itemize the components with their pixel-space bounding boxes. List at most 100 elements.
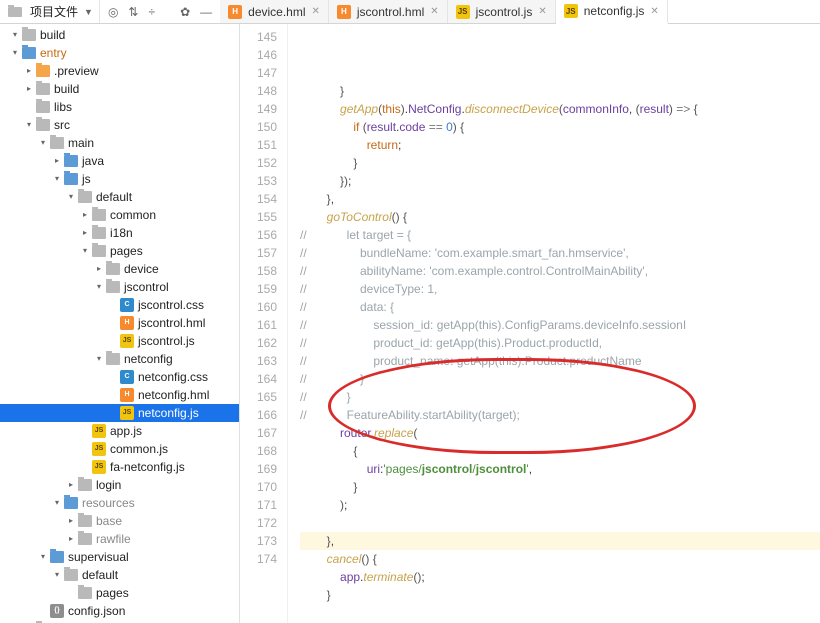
code-line[interactable]: // data: { bbox=[300, 298, 820, 316]
close-icon[interactable]: ✕ bbox=[650, 6, 658, 17]
tree-node-common-js[interactable]: JScommon.js bbox=[0, 440, 239, 458]
code-line[interactable]: // let target = { bbox=[300, 226, 820, 244]
code-line[interactable]: return; bbox=[300, 136, 820, 154]
tree-node--preview[interactable]: ▸.preview bbox=[0, 62, 239, 80]
code-line[interactable]: }, bbox=[300, 532, 820, 550]
code-line[interactable]: goToControl() { bbox=[300, 208, 820, 226]
tree-node-src[interactable]: ▾src bbox=[0, 116, 239, 134]
expand-arrow-icon[interactable]: ▾ bbox=[10, 26, 20, 44]
tree-node-jscontrol-hml[interactable]: Hjscontrol.hml bbox=[0, 314, 239, 332]
expand-arrow-icon[interactable]: ▾ bbox=[52, 566, 62, 584]
close-icon[interactable]: ✕ bbox=[312, 6, 320, 17]
divide-icon[interactable]: ÷ bbox=[148, 5, 155, 19]
code-line[interactable]: uri:'pages/jscontrol/jscontrol', bbox=[300, 460, 820, 478]
tree-node-device[interactable]: ▸device bbox=[0, 260, 239, 278]
code-line[interactable]: ); bbox=[300, 496, 820, 514]
tree-node-jscontrol-css[interactable]: Cjscontrol.css bbox=[0, 296, 239, 314]
expand-arrow-icon[interactable]: ▾ bbox=[94, 278, 104, 296]
tree-node-supervisual[interactable]: ▾supervisual bbox=[0, 548, 239, 566]
project-tree[interactable]: ▾build▾entry▸.preview▸build libs▾src▾mai… bbox=[0, 24, 240, 623]
close-icon[interactable]: ✕ bbox=[430, 6, 438, 17]
code-line[interactable]: // bundleName: 'com.example.smart_fan.hm… bbox=[300, 244, 820, 262]
code-line[interactable]: // deviceType: 1, bbox=[300, 280, 820, 298]
expand-arrow-icon[interactable]: ▸ bbox=[24, 62, 34, 80]
expand-arrow-icon[interactable]: ▸ bbox=[80, 224, 90, 242]
expand-arrow-icon[interactable]: ▸ bbox=[80, 206, 90, 224]
tree-node-config-json[interactable]: {}config.json bbox=[0, 602, 239, 620]
close-icon[interactable]: ✕ bbox=[538, 6, 546, 17]
tree-node-build[interactable]: ▸build bbox=[0, 80, 239, 98]
tree-node-common[interactable]: ▸common bbox=[0, 206, 239, 224]
code-line[interactable] bbox=[300, 604, 820, 622]
tab-jscontrol-hml[interactable]: Hjscontrol.hml✕ bbox=[329, 0, 448, 23]
code-area[interactable]: } getApp(this).NetConfig.disconnectDevic… bbox=[288, 24, 820, 623]
tree-node-default[interactable]: ▾default bbox=[0, 566, 239, 584]
code-line[interactable]: } bbox=[300, 478, 820, 496]
tree-node-entry[interactable]: ▾entry bbox=[0, 44, 239, 62]
expand-arrow-icon[interactable]: ▾ bbox=[38, 548, 48, 566]
code-line[interactable]: { bbox=[300, 442, 820, 460]
tab-device-hml[interactable]: Hdevice.hml✕ bbox=[220, 0, 329, 23]
code-line[interactable]: getApp(this).NetConfig.disconnectDevice(… bbox=[300, 100, 820, 118]
tree-node-main[interactable]: ▾main bbox=[0, 134, 239, 152]
code-line[interactable]: // product_id: getApp(this).Product.prod… bbox=[300, 334, 820, 352]
tree-node-build[interactable]: ▾build bbox=[0, 26, 239, 44]
tree-node-netconfig-js[interactable]: JSnetconfig.js bbox=[0, 404, 239, 422]
tree-node-jscontrol-js[interactable]: JSjscontrol.js bbox=[0, 332, 239, 350]
tree-node-fa-netconfig-js[interactable]: JSfa-netconfig.js bbox=[0, 458, 239, 476]
tree-node-pages[interactable]: ▾pages bbox=[0, 242, 239, 260]
tree-node-netconfig-css[interactable]: Cnetconfig.css bbox=[0, 368, 239, 386]
tab-jscontrol-js[interactable]: JSjscontrol.js✕ bbox=[448, 0, 556, 23]
tree-node-default[interactable]: ▾default bbox=[0, 188, 239, 206]
expand-arrow-icon[interactable]: ▸ bbox=[52, 152, 62, 170]
collapse-icon[interactable]: — bbox=[200, 5, 212, 19]
tree-node-i18n[interactable]: ▸i18n bbox=[0, 224, 239, 242]
code-line[interactable]: // FeatureAbility.startAbility(target); bbox=[300, 406, 820, 424]
code-line[interactable]: } bbox=[300, 82, 820, 100]
code-line[interactable]: } bbox=[300, 586, 820, 604]
code-line[interactable]: // session_id: getApp(this).ConfigParams… bbox=[300, 316, 820, 334]
expand-arrow-icon[interactable]: ▸ bbox=[66, 512, 76, 530]
code-line[interactable]: router.replace( bbox=[300, 424, 820, 442]
tree-node-netconfig-hml[interactable]: Hnetconfig.hml bbox=[0, 386, 239, 404]
gear-icon[interactable]: ✿ bbox=[180, 5, 190, 19]
code-line[interactable]: // } bbox=[300, 388, 820, 406]
expand-arrow-icon[interactable]: ▾ bbox=[24, 116, 34, 134]
project-selector[interactable]: 项目文件 ▼ bbox=[0, 0, 100, 23]
expand-arrow-icon[interactable]: ▸ bbox=[94, 260, 104, 278]
expand-arrow-icon[interactable]: ▾ bbox=[10, 44, 20, 62]
tree-node-app-js[interactable]: JSapp.js bbox=[0, 422, 239, 440]
code-line[interactable]: // } bbox=[300, 370, 820, 388]
code-line[interactable]: cancel() { bbox=[300, 550, 820, 568]
code-editor[interactable]: 1451461471481491501511521531541551561571… bbox=[240, 24, 820, 623]
tree-node-jscontrol[interactable]: ▾jscontrol bbox=[0, 278, 239, 296]
expand-arrow-icon[interactable]: ▾ bbox=[52, 170, 62, 188]
expand-arrow-icon[interactable]: ▸ bbox=[66, 476, 76, 494]
tree-node-pages[interactable]: pages bbox=[0, 584, 239, 602]
sort-icon[interactable]: ⇅ bbox=[128, 5, 138, 19]
tree-node-libs[interactable]: libs bbox=[0, 98, 239, 116]
tab-netconfig-js[interactable]: JSnetconfig.js✕ bbox=[556, 0, 668, 24]
tree-node-java[interactable]: ▸java bbox=[0, 152, 239, 170]
code-line[interactable]: // product_name: getApp(this).Product.pr… bbox=[300, 352, 820, 370]
expand-arrow-icon[interactable]: ▾ bbox=[52, 494, 62, 512]
code-line[interactable] bbox=[300, 514, 820, 532]
expand-arrow-icon[interactable]: ▾ bbox=[94, 350, 104, 368]
expand-arrow-icon[interactable]: ▸ bbox=[66, 530, 76, 548]
expand-arrow-icon[interactable]: ▾ bbox=[80, 242, 90, 260]
tree-node-rawfile[interactable]: ▸rawfile bbox=[0, 530, 239, 548]
code-line[interactable]: // abilityName: 'com.example.control.Con… bbox=[300, 262, 820, 280]
tree-node-resources[interactable]: ▾resources bbox=[0, 494, 239, 512]
code-line[interactable]: } bbox=[300, 154, 820, 172]
code-line[interactable]: if (result.code == 0) { bbox=[300, 118, 820, 136]
tree-node-login[interactable]: ▸login bbox=[0, 476, 239, 494]
expand-arrow-icon[interactable]: ▸ bbox=[24, 80, 34, 98]
code-line[interactable]: }, bbox=[300, 190, 820, 208]
expand-arrow-icon[interactable]: ▾ bbox=[66, 188, 76, 206]
tree-node-js[interactable]: ▾js bbox=[0, 170, 239, 188]
code-line[interactable]: app.terminate(); bbox=[300, 568, 820, 586]
tree-node-netconfig[interactable]: ▾netconfig bbox=[0, 350, 239, 368]
code-line[interactable]: }); bbox=[300, 172, 820, 190]
target-icon[interactable]: ◎ bbox=[108, 5, 118, 19]
tree-node-base[interactable]: ▸base bbox=[0, 512, 239, 530]
